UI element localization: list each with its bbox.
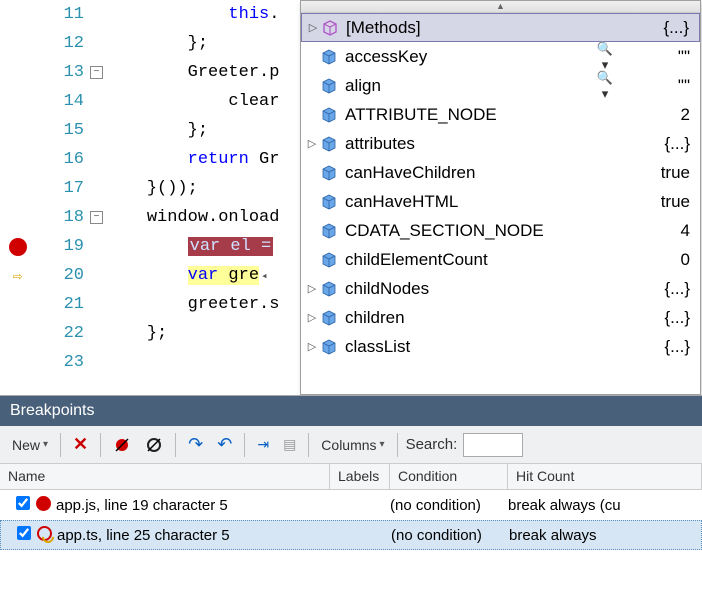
- intellisense-value: 4: [616, 221, 696, 241]
- intellisense-label: CDATA_SECTION_NODE: [345, 221, 594, 241]
- undo-icon[interactable]: ↶: [211, 431, 238, 459]
- property-icon: [319, 252, 339, 268]
- col-name[interactable]: Name: [0, 464, 330, 489]
- intellisense-item[interactable]: ▷ classList {...}: [301, 332, 700, 361]
- intellisense-item[interactable]: canHaveChildren true: [301, 158, 700, 187]
- breakpoint-checkbox[interactable]: [16, 496, 30, 510]
- property-icon: [319, 107, 339, 123]
- expand-icon[interactable]: ▷: [305, 340, 319, 353]
- intellisense-label: childElementCount: [345, 250, 594, 270]
- breakpoint-icon[interactable]: [9, 238, 27, 256]
- disable-all-icon[interactable]: [139, 431, 169, 459]
- intellisense-label: canHaveHTML: [345, 192, 594, 212]
- columns-button[interactable]: Columns: [315, 431, 390, 459]
- intellisense-item[interactable]: childElementCount 0: [301, 245, 700, 274]
- property-icon: [319, 223, 339, 239]
- expand-icon[interactable]: ▷: [305, 137, 319, 150]
- intellisense-value: {...}: [615, 18, 695, 38]
- intellisense-label: accessKey: [345, 47, 594, 67]
- property-icon: [319, 49, 339, 65]
- intellisense-popup[interactable]: ▲ ▷[Methods]{...}accessKey🔍 ▾""align🔍 ▾"…: [300, 0, 701, 395]
- intellisense-label: [Methods]: [346, 18, 593, 38]
- intellisense-value: {...}: [616, 308, 696, 328]
- property-icon: [319, 165, 339, 181]
- intellisense-value: 2: [616, 105, 696, 125]
- current-line-arrow-icon: ⇨: [13, 266, 23, 286]
- search-label: Search:: [406, 436, 458, 453]
- col-condition[interactable]: Condition: [390, 464, 508, 489]
- methods-icon: [320, 20, 340, 36]
- intellisense-label: classList: [345, 337, 594, 357]
- scroll-up-icon[interactable]: ▲: [301, 1, 700, 13]
- goto-disasm-icon[interactable]: ▤: [277, 431, 302, 459]
- intellisense-item[interactable]: ▷ attributes {...}: [301, 129, 700, 158]
- intellisense-value: 0: [616, 250, 696, 270]
- breakpoint-hitcount: break always: [509, 527, 701, 544]
- intellisense-item[interactable]: canHaveHTML true: [301, 187, 700, 216]
- code-editor[interactable]: ⇨ 11 12 13 14 15 16 17 18 19 20 21 22 23…: [0, 0, 702, 395]
- magnify-icon[interactable]: 🔍 ▾: [594, 70, 616, 102]
- intellisense-value: "": [616, 47, 696, 67]
- intellisense-value: {...}: [616, 134, 696, 154]
- col-hitcount[interactable]: Hit Count: [508, 464, 702, 489]
- breakpoint-line-highlight: var el =: [188, 237, 274, 256]
- property-icon: [319, 78, 339, 94]
- property-icon: [319, 310, 339, 326]
- intellisense-item[interactable]: ▷ childNodes {...}: [301, 274, 700, 303]
- intellisense-label: attributes: [345, 134, 594, 154]
- intellisense-label: children: [345, 308, 594, 328]
- outline-column: − −: [90, 0, 106, 395]
- expand-icon[interactable]: ▷: [305, 311, 319, 324]
- intellisense-label: canHaveChildren: [345, 163, 594, 183]
- intellisense-item[interactable]: ▷ [Methods] {...}: [301, 13, 700, 42]
- property-icon: [319, 281, 339, 297]
- property-icon: [319, 136, 339, 152]
- fold-toggle-icon[interactable]: −: [90, 66, 103, 79]
- goto-source-icon[interactable]: ⇥: [251, 431, 275, 459]
- breakpoints-panel: Breakpoints New ✕ ↷ ↶ ⇥ ▤ Columns Search…: [0, 395, 702, 599]
- intellisense-item[interactable]: CDATA_SECTION_NODE 4: [301, 216, 700, 245]
- intellisense-item[interactable]: ▷ children {...}: [301, 303, 700, 332]
- delete-icon[interactable]: ✕: [67, 431, 94, 459]
- intellisense-item[interactable]: accessKey🔍 ▾"": [301, 42, 700, 71]
- new-breakpoint-button[interactable]: New: [6, 431, 54, 459]
- fold-toggle-icon[interactable]: −: [90, 211, 103, 224]
- intellisense-value: {...}: [616, 279, 696, 299]
- breakpoint-row[interactable]: app.js, line 19 character 5 (no condition…: [0, 490, 702, 520]
- intellisense-item[interactable]: align🔍 ▾"": [301, 71, 700, 100]
- intellisense-label: childNodes: [345, 279, 594, 299]
- breakpoint-checkbox[interactable]: [17, 526, 31, 540]
- search-input[interactable]: [463, 433, 523, 457]
- current-line-highlight: var gre: [188, 266, 259, 285]
- breakpoint-enabled-icon: [36, 496, 51, 511]
- property-icon: [319, 194, 339, 210]
- breakpoint-hitcount: break always (cu: [508, 497, 702, 514]
- intellisense-value: true: [616, 192, 696, 212]
- intellisense-label: ATTRIBUTE_NODE: [345, 105, 594, 125]
- col-labels[interactable]: Labels: [330, 464, 390, 489]
- breakpoint-name: app.js, line 19 character 5: [54, 497, 330, 514]
- panel-title: Breakpoints: [0, 396, 702, 426]
- intellisense-value: "": [616, 76, 696, 96]
- line-numbers: 11 12 13 14 15 16 17 18 19 20 21 22 23: [35, 0, 90, 395]
- breakpoint-condition: (no condition): [390, 497, 508, 514]
- enable-all-icon[interactable]: [107, 431, 137, 459]
- collapse-icon[interactable]: ◂: [261, 271, 268, 283]
- intellisense-value: {...}: [616, 337, 696, 357]
- breakpoint-mapped-icon: [37, 526, 52, 541]
- breakpoint-condition: (no condition): [391, 527, 509, 544]
- breakpoints-header: Name Labels Condition Hit Count: [0, 464, 702, 490]
- magnify-icon[interactable]: 🔍 ▾: [594, 41, 616, 73]
- expand-icon[interactable]: ▷: [305, 282, 319, 295]
- redo-icon[interactable]: ↷: [182, 431, 209, 459]
- breakpoint-row[interactable]: app.ts, line 25 character 5 (no condition…: [0, 520, 702, 550]
- gutter: ⇨: [0, 0, 35, 395]
- breakpoints-toolbar: New ✕ ↷ ↶ ⇥ ▤ Columns Search:: [0, 426, 702, 464]
- breakpoint-name: app.ts, line 25 character 5: [55, 527, 331, 544]
- intellisense-label: align: [345, 76, 594, 96]
- intellisense-item[interactable]: ATTRIBUTE_NODE 2: [301, 100, 700, 129]
- property-icon: [319, 339, 339, 355]
- expand-icon[interactable]: ▷: [306, 21, 320, 34]
- intellisense-value: true: [616, 163, 696, 183]
